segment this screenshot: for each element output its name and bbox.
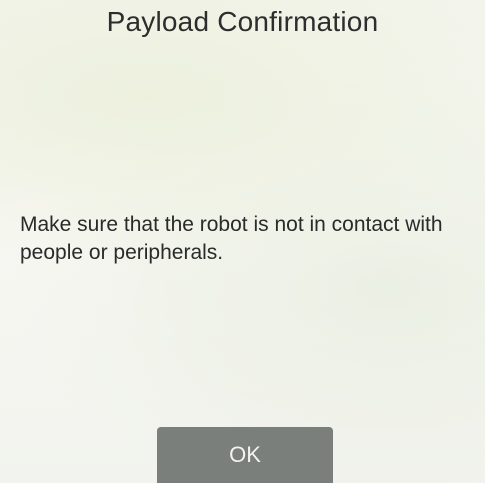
dialog-message: Make sure that the robot is not in conta… [20,213,443,264]
ok-button[interactable]: OK [157,427,333,483]
dialog-title: Payload Confirmation [106,6,379,37]
confirmation-screen: Payload Confirmation Make sure that the … [0,0,485,483]
